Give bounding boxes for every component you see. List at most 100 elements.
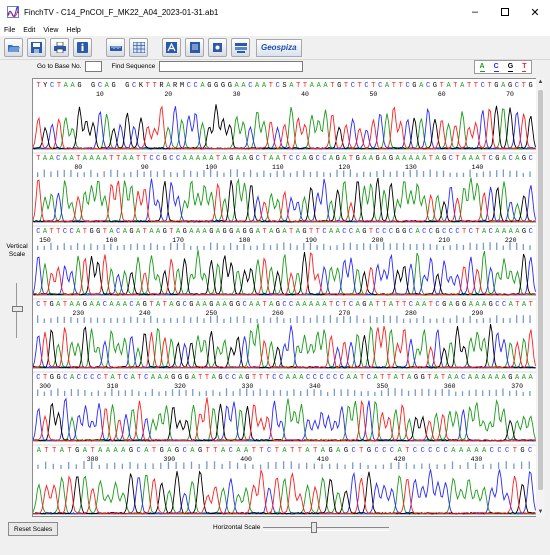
quality-bar <box>407 390 410 396</box>
vertical-scale-thumb[interactable] <box>12 306 23 312</box>
quality-bar <box>389 171 391 177</box>
base-call: T <box>163 301 167 309</box>
scroll-down-arrow-icon[interactable]: ▼ <box>536 508 545 517</box>
quality-bar <box>343 243 345 250</box>
menu-file[interactable]: File <box>0 27 19 34</box>
base-call: A <box>123 228 128 236</box>
base-call: A <box>136 301 141 309</box>
quality-bar <box>190 245 192 250</box>
quality-bar <box>376 171 378 177</box>
quality-bar <box>429 169 431 177</box>
quality-bar <box>529 390 531 396</box>
font-a-button[interactable] <box>162 38 181 57</box>
quality-bar <box>103 244 105 250</box>
base-call: T <box>316 228 320 236</box>
base-call: G <box>218 374 222 382</box>
legend-c: C <box>493 62 499 72</box>
quality-bar <box>229 169 232 177</box>
quality-bar <box>489 242 491 250</box>
base-call: A <box>302 155 307 163</box>
position-tick-label: 260 <box>272 310 284 317</box>
minimize-button[interactable]: – <box>460 0 490 24</box>
base-call: A <box>164 374 169 382</box>
base-call: A <box>402 155 407 163</box>
base-call: T <box>83 228 87 236</box>
base-call: A <box>256 301 261 309</box>
scrollbar-thumb[interactable] <box>538 90 543 490</box>
quality-bar <box>36 315 39 323</box>
document-button[interactable] <box>185 38 204 57</box>
save-button[interactable] <box>27 38 46 57</box>
quality-bar <box>442 317 445 323</box>
chromatogram-panel[interactable]: TYCTAAG GCAG GCKTTRARMCCAGGGGAACAATCSATT… <box>32 78 537 517</box>
ruler-button[interactable] <box>106 38 125 57</box>
geospiza-logo-button[interactable]: Geospiza <box>256 38 302 57</box>
base-call: G <box>328 447 332 455</box>
quality-bar <box>369 315 371 323</box>
menu-view[interactable]: View <box>39 27 62 34</box>
base-call: C <box>242 301 246 309</box>
quality-bar <box>44 461 47 469</box>
quality-bar <box>198 463 200 469</box>
base-call: C <box>98 82 102 90</box>
grid-button[interactable] <box>129 38 148 57</box>
sequence-row: ATTATGATAAAAGCATGAGCAGTTACAATTCTATTATAGA… <box>33 444 536 515</box>
base-call: A <box>419 82 424 90</box>
quality-bar <box>482 464 484 469</box>
base-call: T <box>43 301 47 309</box>
vertical-scrollbar[interactable]: ▲ ▼ <box>536 78 545 517</box>
menu-help[interactable]: Help <box>62 27 84 34</box>
scroll-up-arrow-icon[interactable]: ▲ <box>536 78 545 87</box>
menu-edit[interactable]: Edit <box>19 27 39 34</box>
chip-button[interactable] <box>208 38 227 57</box>
position-tick-label: 360 <box>444 383 456 390</box>
quality-bar <box>305 462 308 469</box>
quality-bar <box>244 463 246 469</box>
quality-bar <box>190 170 192 177</box>
stack-button[interactable] <box>231 38 250 57</box>
base-call: C <box>429 228 433 236</box>
base-call: A <box>242 155 247 163</box>
info-button[interactable] <box>73 38 92 57</box>
base-call: A <box>369 155 374 163</box>
quality-bar <box>367 391 369 396</box>
position-tick-label: 250 <box>205 310 217 317</box>
base-call: C <box>481 82 485 90</box>
quality-bar <box>282 461 285 469</box>
base-call: A <box>121 447 126 455</box>
quality-bar <box>183 169 185 177</box>
open-button[interactable] <box>4 38 23 57</box>
base-call: A <box>151 374 156 382</box>
maximize-button[interactable] <box>490 0 520 24</box>
quality-bar <box>296 315 298 323</box>
quality-bar <box>76 172 79 177</box>
quality-bar <box>175 461 177 469</box>
base-call: A <box>316 301 321 309</box>
base-call: C <box>183 447 187 455</box>
quality-bar <box>409 244 411 250</box>
position-tick-label: 70 <box>506 91 514 98</box>
quality-bar <box>469 242 471 250</box>
base-call: T <box>298 447 302 455</box>
base-call: A <box>236 228 241 236</box>
reset-scales-button[interactable]: Reset Scales <box>8 522 59 536</box>
print-button[interactable] <box>50 38 69 57</box>
base-call: G <box>125 82 129 90</box>
position-tick-label: 270 <box>339 310 351 317</box>
horizontal-scale-thumb[interactable] <box>311 522 317 533</box>
close-button[interactable]: ✕ <box>520 0 550 24</box>
base-call: T <box>52 447 56 455</box>
quality-bar <box>43 318 45 323</box>
goto-base-input[interactable] <box>85 60 103 72</box>
horizontal-scale-track[interactable] <box>263 527 389 531</box>
quality-bar <box>489 170 491 177</box>
base-call: G <box>508 82 512 90</box>
find-sequence-input[interactable] <box>159 60 304 72</box>
base-call: A <box>131 374 136 382</box>
window-title: FinchTV - C14_PnCOI_F_MK22_A04_2023-01-3… <box>24 7 219 17</box>
quality-bar <box>283 318 285 323</box>
quality-bar <box>213 461 216 469</box>
quality-bar <box>456 172 458 177</box>
base-call: T <box>380 374 384 382</box>
base-call: T <box>405 447 409 455</box>
